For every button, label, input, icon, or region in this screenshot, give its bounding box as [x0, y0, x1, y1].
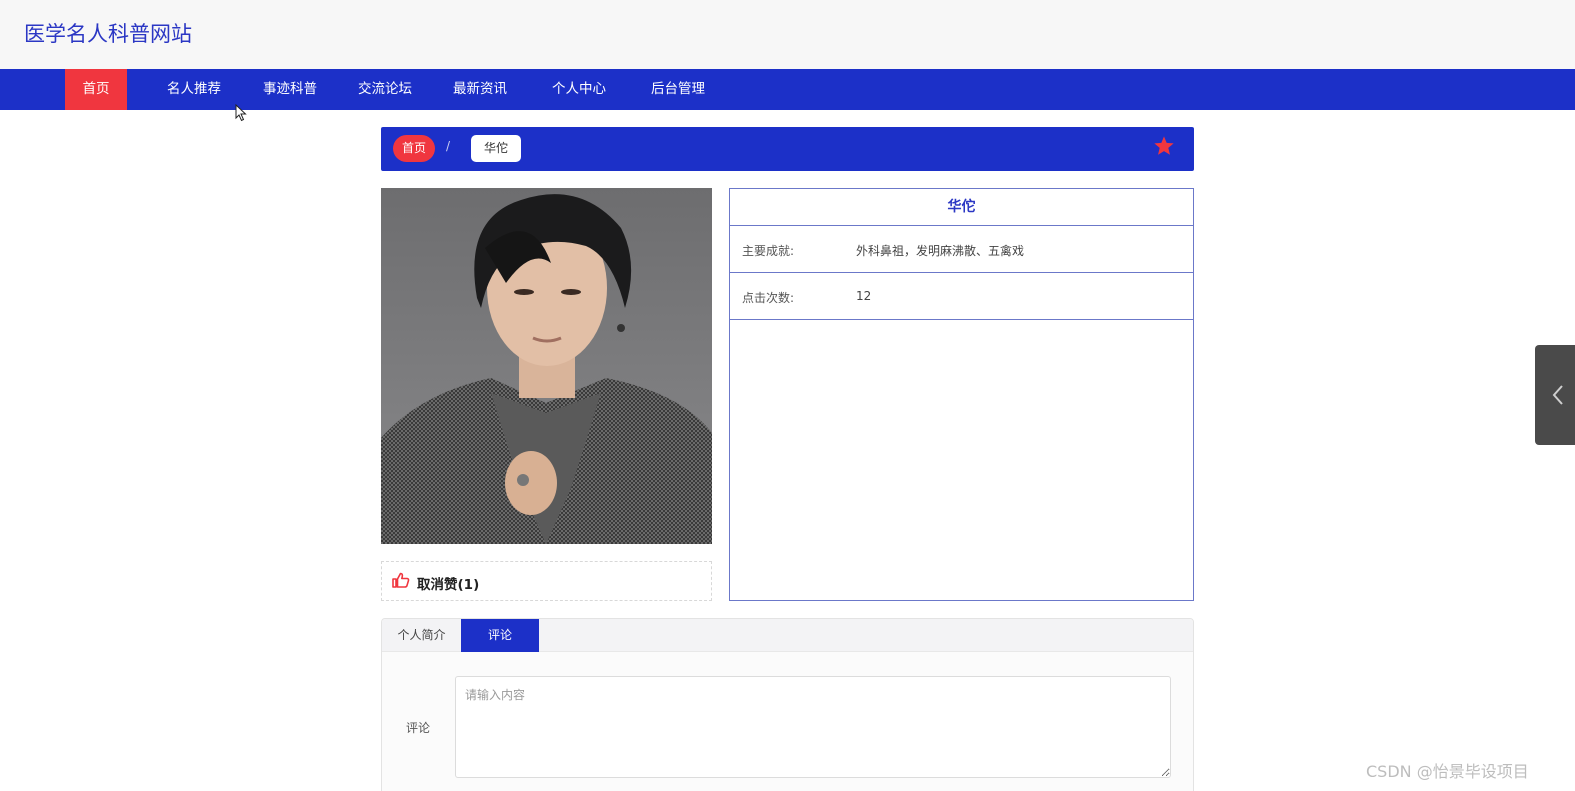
watermark: CSDN @怡景毕设项目 [1366, 762, 1529, 781]
nav-item-forum[interactable]: 交流论坛 [349, 69, 421, 110]
tabs-header: 个人简介 评论 [382, 619, 1193, 652]
breadcrumb: 首页 / 华佗 [381, 127, 1194, 171]
tab-comments[interactable]: 评论 [461, 619, 539, 652]
chevron-left-icon [1552, 385, 1563, 405]
tab-profile[interactable]: 个人简介 [382, 619, 461, 652]
achievements-label: 主要成就: [742, 244, 795, 258]
clicks-label: 点击次数: [742, 291, 795, 305]
site-header: 医学名人科普网站 [0, 0, 1575, 69]
thumb-up-icon [392, 572, 410, 588]
person-photo [381, 188, 712, 544]
nav-item-profile[interactable]: 个人中心 [543, 69, 615, 110]
mouse-cursor-icon [235, 104, 247, 122]
detail-tabs: 个人简介 评论 评论 [381, 618, 1194, 791]
star-icon[interactable] [1153, 135, 1175, 157]
breadcrumb-current: 华佗 [471, 135, 521, 162]
nav-item-stories[interactable]: 事迹科普 [254, 69, 326, 110]
like-button[interactable]: 取消赞(1) [381, 561, 712, 601]
breadcrumb-home[interactable]: 首页 [393, 135, 435, 162]
person-name: 华佗 [730, 189, 1193, 226]
achievements-row: 主要成就: 外科鼻祖，发明麻沸散、五禽戏 [730, 226, 1193, 273]
like-label: 取消赞(1) [417, 577, 480, 593]
comment-label: 评论 [406, 721, 431, 735]
breadcrumb-separator: / [446, 139, 451, 153]
nav-item-home[interactable]: 首页 [65, 69, 127, 110]
achievements-value: 外科鼻祖，发明麻沸散、五禽戏 [856, 244, 1025, 258]
comment-input[interactable] [455, 676, 1171, 778]
clicks-value: 12 [856, 289, 872, 303]
person-info-table: 华佗 主要成就: 外科鼻祖，发明麻沸散、五禽戏 点击次数: 12 [729, 188, 1194, 601]
nav-item-admin[interactable]: 后台管理 [642, 69, 714, 110]
nav-item-recommend[interactable]: 名人推荐 [158, 69, 230, 110]
site-title[interactable]: 医学名人科普网站 [24, 18, 192, 48]
clicks-row: 点击次数: 12 [730, 273, 1193, 320]
side-panel-toggle[interactable] [1535, 345, 1575, 445]
nav-item-news[interactable]: 最新资讯 [444, 69, 516, 110]
